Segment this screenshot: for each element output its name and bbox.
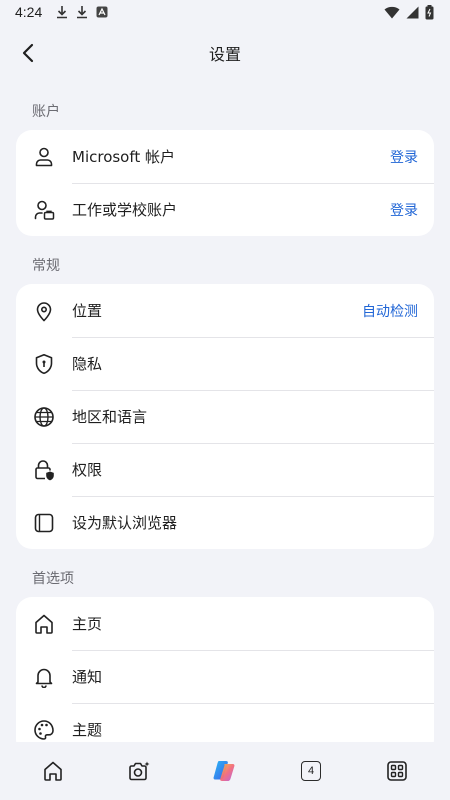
person-icon bbox=[32, 145, 56, 169]
row-label: 隐私 bbox=[72, 355, 103, 373]
lock-shield-icon bbox=[32, 458, 56, 482]
camera-sparkle-icon bbox=[129, 761, 150, 781]
status-time: 4:24 bbox=[15, 4, 43, 20]
status-bar: 4:24 bbox=[0, 0, 450, 24]
battery-icon bbox=[425, 4, 434, 19]
settings-row-privacy[interactable]: 隐私 bbox=[16, 337, 434, 390]
settings-row-microsoft-account[interactable]: Microsoft 帐户 登录 bbox=[16, 130, 434, 183]
wifi-icon bbox=[384, 6, 400, 18]
back-button[interactable] bbox=[14, 39, 42, 67]
nav-visual-search-button[interactable] bbox=[117, 749, 161, 793]
work-account-icon bbox=[32, 198, 56, 222]
row-label: 通知 bbox=[72, 668, 103, 686]
settings-row-notifications[interactable]: 通知 bbox=[16, 650, 434, 703]
row-label: 地区和语言 bbox=[72, 408, 148, 426]
nav-menu-button[interactable] bbox=[375, 749, 419, 793]
section-label-general: 常规 bbox=[32, 258, 60, 274]
home-icon bbox=[44, 761, 62, 781]
row-label: 设为默认浏览器 bbox=[72, 514, 178, 532]
back-arrow-icon bbox=[22, 43, 34, 63]
settings-content: 账户 Microsoft 帐户 登录 工作或学校账户 登录 常规 位置 自动检测 bbox=[0, 92, 450, 756]
apps-grid-icon bbox=[387, 761, 407, 781]
nav-tabs-button[interactable]: 4 bbox=[289, 749, 333, 793]
copilot-icon bbox=[213, 761, 235, 781]
home-icon bbox=[32, 612, 56, 636]
download-icon bbox=[57, 6, 68, 19]
bell-icon bbox=[32, 665, 56, 689]
location-pin-icon bbox=[32, 299, 56, 323]
settings-header: 设置 bbox=[0, 30, 450, 76]
settings-row-work-account[interactable]: 工作或学校账户 登录 bbox=[16, 183, 434, 236]
browser-window-icon bbox=[32, 511, 56, 535]
row-label: 位置 bbox=[72, 302, 103, 320]
row-label: 工作或学校账户 bbox=[72, 201, 178, 219]
settings-row-region-language[interactable]: 地区和语言 bbox=[16, 390, 434, 443]
nav-home-button[interactable] bbox=[31, 749, 75, 793]
sign-in-link[interactable]: 登录 bbox=[390, 200, 418, 220]
location-auto-detect-link[interactable]: 自动检测 bbox=[362, 301, 418, 321]
row-label: 权限 bbox=[72, 461, 103, 479]
preferences-card: 主页 通知 主题 bbox=[16, 597, 434, 756]
cell-signal-icon bbox=[406, 6, 419, 18]
settings-row-homepage[interactable]: 主页 bbox=[16, 597, 434, 650]
globe-icon bbox=[32, 405, 56, 429]
download-icon bbox=[77, 6, 88, 19]
row-label: Microsoft 帐户 bbox=[72, 148, 176, 166]
row-label: 主题 bbox=[72, 721, 103, 739]
shield-icon bbox=[32, 352, 56, 376]
notification-app-icon bbox=[96, 6, 108, 18]
section-label-account: 账户 bbox=[32, 104, 60, 120]
palette-icon bbox=[32, 718, 56, 742]
tab-count-badge: 4 bbox=[301, 761, 321, 781]
account-card: Microsoft 帐户 登录 工作或学校账户 登录 bbox=[16, 130, 434, 236]
bottom-nav: 4 bbox=[0, 742, 450, 800]
settings-row-location[interactable]: 位置 自动检测 bbox=[16, 284, 434, 337]
row-label: 主页 bbox=[72, 615, 103, 633]
page-title: 设置 bbox=[208, 45, 241, 64]
sign-in-link[interactable]: 登录 bbox=[390, 147, 418, 167]
settings-row-permissions[interactable]: 权限 bbox=[16, 443, 434, 496]
nav-copilot-button[interactable] bbox=[203, 749, 247, 793]
section-label-preferences: 首选项 bbox=[32, 571, 74, 587]
general-card: 位置 自动检测 隐私 地区和语言 权限 设为默认浏览器 bbox=[16, 284, 434, 549]
settings-row-default-browser[interactable]: 设为默认浏览器 bbox=[16, 496, 434, 549]
